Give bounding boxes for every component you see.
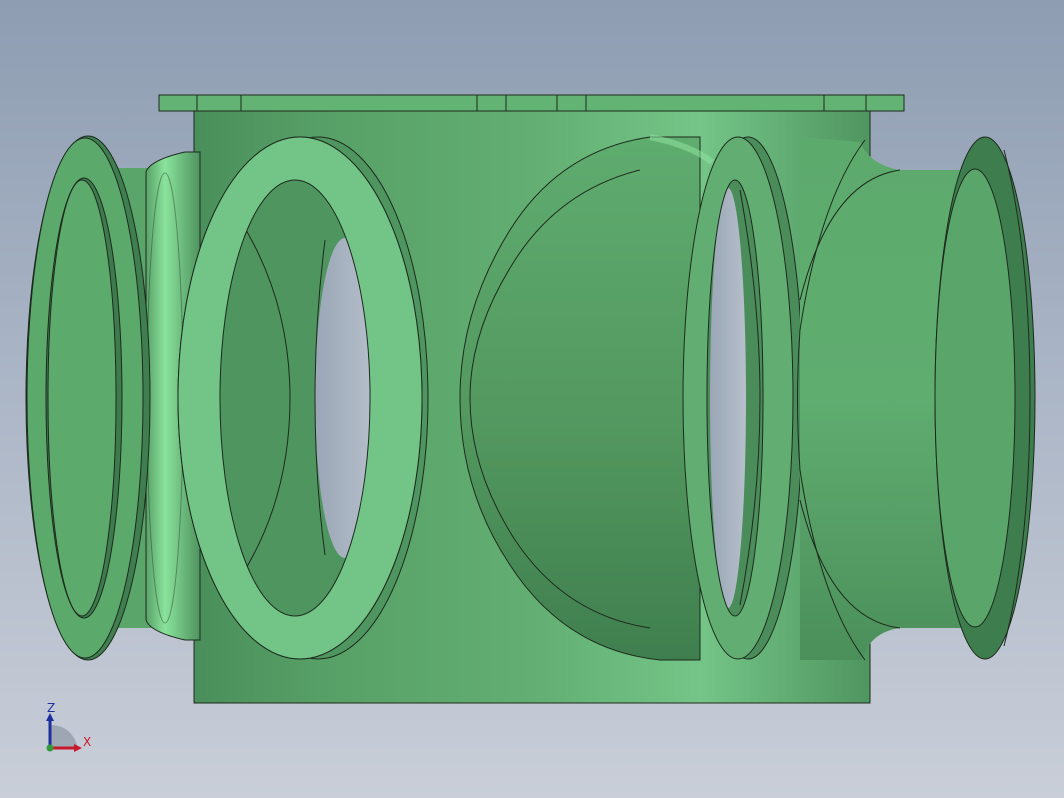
- cad-viewport[interactable]: Z X: [0, 0, 1064, 798]
- z-axis-label: Z: [47, 701, 55, 715]
- triad-shadow-icon: [50, 725, 78, 748]
- x-axis-label: X: [83, 735, 91, 749]
- origin-dot-icon: [46, 744, 54, 752]
- axis-triad: Z X: [46, 701, 91, 752]
